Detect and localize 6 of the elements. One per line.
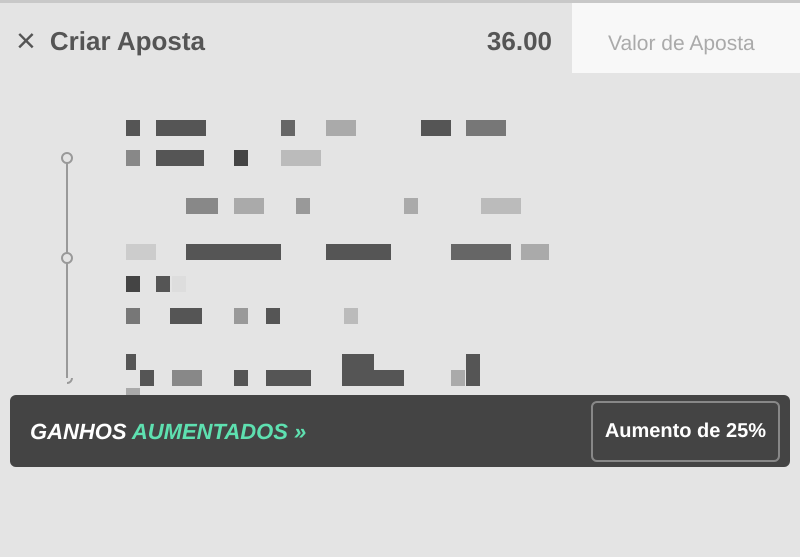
odds-value: 36.00 xyxy=(486,24,552,58)
boosted-winnings-label: GANHOS AUMENTADOS » xyxy=(30,418,306,446)
close-icon[interactable]: × xyxy=(16,24,36,58)
boost-percentage-button[interactable]: Aumento de 25% xyxy=(590,400,780,462)
bet-slip-title: Criar Aposta xyxy=(50,24,205,58)
stake-input-field[interactable]: Valor de Aposta xyxy=(572,3,800,73)
